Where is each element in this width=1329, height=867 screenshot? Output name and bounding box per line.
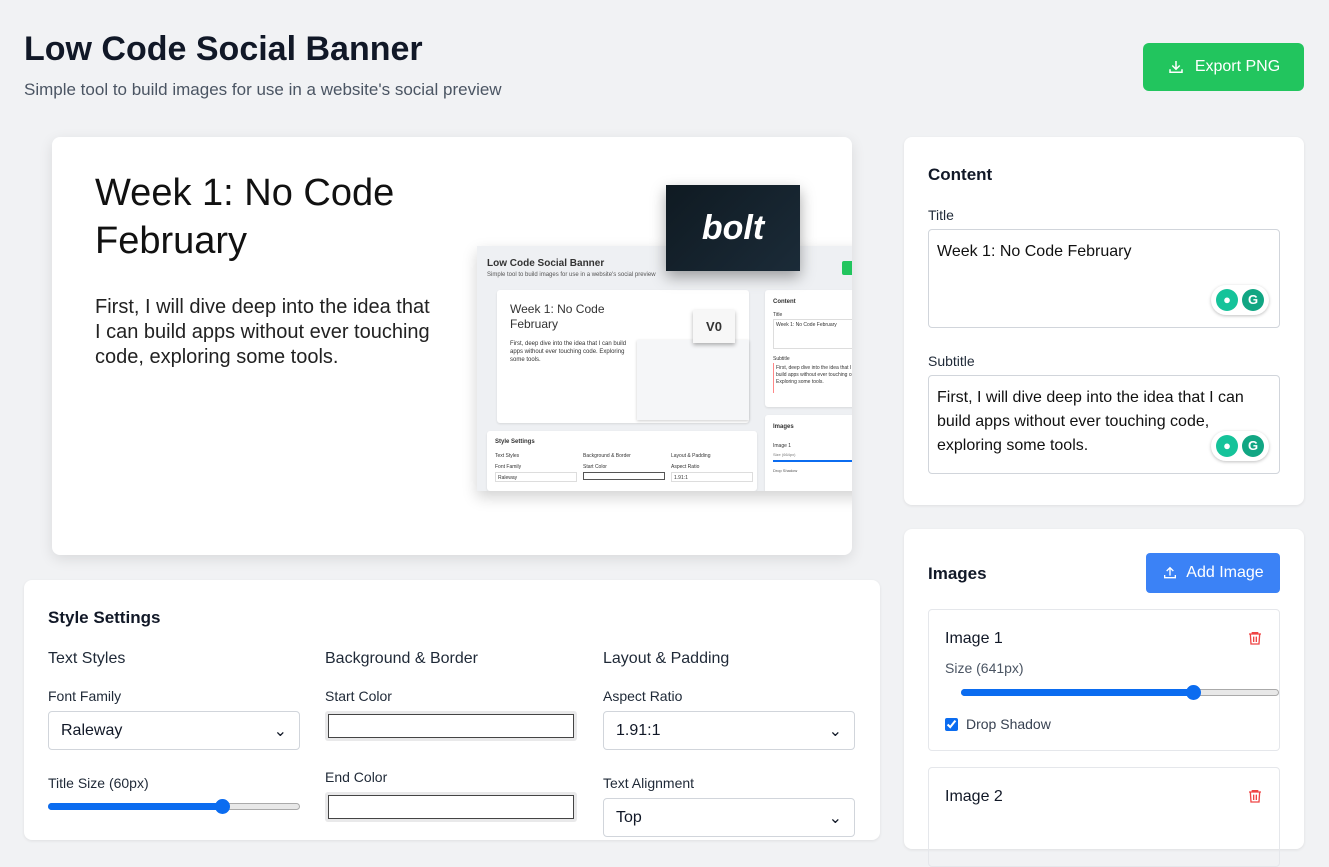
title-label: Title xyxy=(928,207,954,223)
grammarly-widget[interactable]: ● G xyxy=(1211,431,1269,461)
text-alignment-value: Top xyxy=(616,808,642,826)
shot-subtitle-value: First, deep dive into the idea that I ca… xyxy=(773,363,852,393)
aspect-ratio-value: 1.91:1 xyxy=(616,721,661,739)
upload-icon xyxy=(1164,566,1177,579)
trash-icon[interactable] xyxy=(1247,788,1263,804)
subtitle-value: First, I will dive deep into the idea th… xyxy=(937,389,1244,454)
chevron-down-icon: ⌄ xyxy=(828,722,842,740)
shot-col2: Background & Border xyxy=(583,453,631,459)
style-settings-panel: Style Settings Text Styles Font Family R… xyxy=(24,580,880,840)
preview-title: Week 1: No Code February xyxy=(95,172,395,262)
shot-image-label: Image 1 xyxy=(773,443,792,449)
shot-slider xyxy=(773,460,852,462)
drop-shadow-check[interactable] xyxy=(945,717,958,731)
grammarly-icon: G xyxy=(1242,435,1264,457)
export-label: Export PNG xyxy=(1194,58,1281,75)
shot-content-heading: Content xyxy=(773,299,796,305)
shot-col3: Layout & Padding xyxy=(671,453,711,459)
screenshot-image[interactable]: Low Code Social Banner Simple tool to bu… xyxy=(477,246,852,491)
start-color-label: Start Color xyxy=(325,688,392,704)
layout-heading: Layout & Padding xyxy=(603,650,730,667)
image-item-label: Image 1 xyxy=(945,630,1003,647)
title-size-slider[interactable] xyxy=(48,798,300,814)
add-image-button[interactable]: Add Image xyxy=(1146,553,1280,593)
subtitle-textarea[interactable]: First, I will dive deep into the idea th… xyxy=(928,375,1280,474)
download-icon xyxy=(1169,61,1183,73)
title-textarea[interactable]: Week 1: No Code February ● G xyxy=(928,229,1280,328)
layout-column: Layout & Padding Aspect Ratio 1.91:1 ⌄ Te… xyxy=(603,650,855,862)
start-color-picker[interactable] xyxy=(325,711,577,741)
export-png-button[interactable]: Export PNG xyxy=(1143,43,1304,91)
shot-content: Content Title Week 1: No Code February S… xyxy=(765,290,852,407)
preview-subtitle: First, I will dive deep into the idea th… xyxy=(95,296,430,368)
end-color-picker[interactable] xyxy=(325,792,577,822)
content-panel: Content Title Week 1: No Code February ●… xyxy=(904,137,1304,505)
app-subtitle: Simple tool to build images for use in a… xyxy=(24,80,502,99)
image-item: Image 2 xyxy=(928,767,1280,867)
lightbulb-icon: ● xyxy=(1216,435,1238,457)
bolt-logo-text: bolt xyxy=(701,208,765,247)
shot-style: Style Settings Text Styles Background & … xyxy=(487,431,757,491)
shot-banner-subtitle: First, deep dive into the idea that I ca… xyxy=(510,341,627,363)
font-family-select[interactable]: Raleway ⌄ xyxy=(48,711,300,750)
content-heading: Content xyxy=(928,165,993,184)
shot-v0-logo: V0 xyxy=(693,310,735,343)
style-settings-heading: Style Settings xyxy=(48,608,161,627)
image-item: Image 1 Size (641px) Drop Shadow xyxy=(928,609,1280,751)
drop-shadow-checkbox[interactable]: Drop Shadow xyxy=(945,716,1051,732)
shot-inner-image xyxy=(637,340,749,420)
grammarly-icon: G xyxy=(1242,289,1264,311)
shot-size-label: Size (664px) xyxy=(773,452,796,457)
shot-ff-value: Raleway xyxy=(495,472,577,482)
images-heading: Images xyxy=(928,564,987,583)
shot-sc-label: Start Color xyxy=(583,464,607,470)
aspect-ratio-select[interactable]: 1.91:1 ⌄ xyxy=(603,711,855,750)
shot-sc-value xyxy=(583,472,665,480)
shot-subtitle-label: Subtitle xyxy=(773,356,790,362)
chevron-down-icon: ⌄ xyxy=(828,809,842,827)
text-styles-heading: Text Styles xyxy=(48,650,126,667)
subtitle-label: Subtitle xyxy=(928,353,975,369)
banner-preview: Week 1: No Code February First, I will d… xyxy=(52,137,852,555)
shot-banner-title: Week 1: No Code February xyxy=(510,302,605,331)
chevron-down-icon: ⌄ xyxy=(273,722,287,740)
shot-col1: Text Styles xyxy=(495,453,520,459)
shot-ar-value: 1.91:1 xyxy=(671,472,753,482)
text-styles-column: Text Styles Font Family Raleway ⌄ Title S… xyxy=(48,650,300,814)
bolt-logo-image[interactable]: bolt xyxy=(666,185,800,271)
add-image-label: Add Image xyxy=(1186,564,1264,581)
shot-export xyxy=(842,261,852,275)
shot-images: Images Image 1 Size (664px) Drop Shadow xyxy=(765,415,852,491)
grammarly-widget[interactable]: ● G xyxy=(1211,285,1269,315)
shot-images-heading: Images xyxy=(773,424,794,430)
shot-title-label: Title xyxy=(773,312,783,318)
text-alignment-select[interactable]: Top ⌄ xyxy=(603,798,855,837)
text-alignment-label: Text Alignment xyxy=(603,775,695,791)
shot-subtitle: Simple tool to build images for use in a… xyxy=(487,272,656,278)
trash-icon[interactable] xyxy=(1247,630,1263,646)
title-size-label: Title Size (60px) xyxy=(48,775,149,791)
font-family-label: Font Family xyxy=(48,688,122,704)
shot-banner: Week 1: No Code February First, deep div… xyxy=(497,290,749,423)
shot-ar-label: Aspect Ratio xyxy=(671,464,700,470)
shot-title: Low Code Social Banner xyxy=(487,258,605,269)
background-heading: Background & Border xyxy=(325,650,478,667)
lightbulb-icon: ● xyxy=(1216,289,1238,311)
title-value: Week 1: No Code February xyxy=(937,243,1132,260)
image-size-slider[interactable] xyxy=(961,684,1279,700)
background-column: Background & Border Start Color End Colo… xyxy=(325,650,577,850)
aspect-ratio-label: Aspect Ratio xyxy=(603,688,683,704)
image-size-label: Size (641px) xyxy=(945,660,1024,676)
shot-style-heading: Style Settings xyxy=(495,439,535,445)
shot-ff-label: Font Family xyxy=(495,464,522,470)
end-color-label: End Color xyxy=(325,769,388,785)
app-title: Low Code Social Banner xyxy=(24,30,423,68)
images-panel: Images Add Image Image 1 Size (641px) Dr… xyxy=(904,529,1304,867)
image-item-label: Image 2 xyxy=(945,788,1003,805)
shot-title-value: Week 1: No Code February xyxy=(773,319,852,349)
drop-shadow-label: Drop Shadow xyxy=(966,716,1051,732)
shot-shadow-label: Drop Shadow xyxy=(773,468,798,473)
font-family-value: Raleway xyxy=(61,721,123,739)
